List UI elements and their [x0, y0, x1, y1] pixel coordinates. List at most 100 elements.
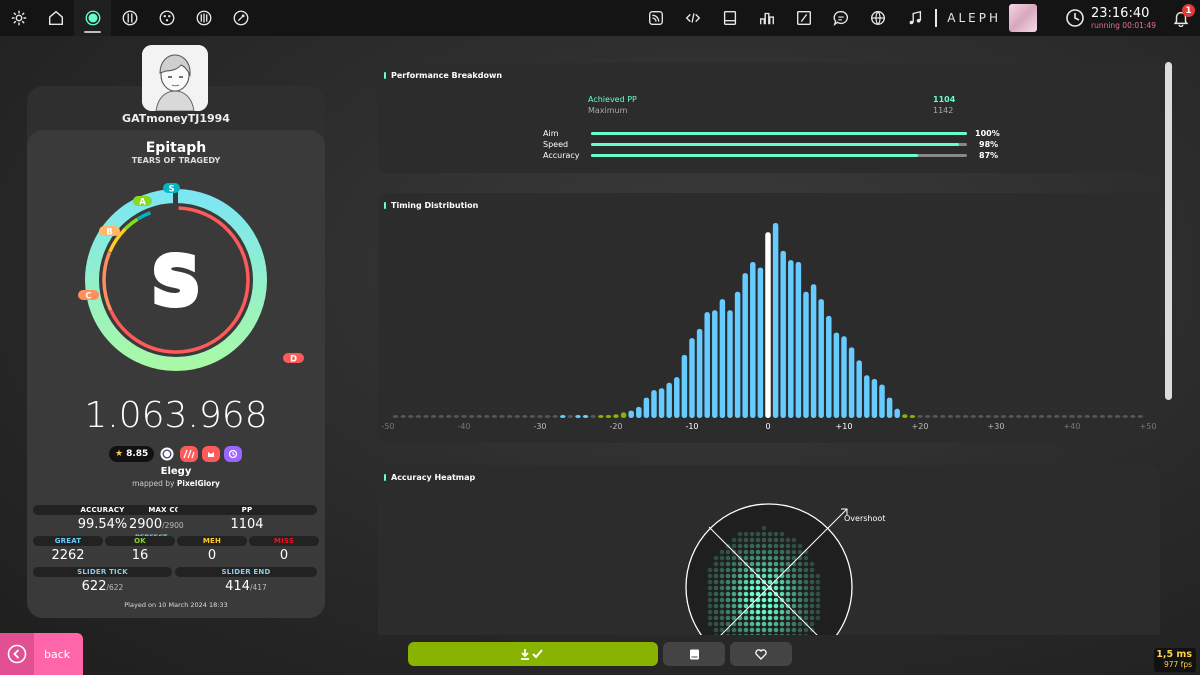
heatmap-dot	[719, 573, 725, 579]
timing-bar	[841, 336, 847, 418]
mod-doubletime-icon[interactable]	[202, 446, 221, 462]
ruleset-custom-icon[interactable]	[222, 0, 259, 36]
achieved-pp-label: Achieved PP	[588, 95, 637, 104]
notifications-button[interactable]: 1	[1168, 4, 1195, 31]
timing-bar	[461, 415, 467, 418]
mod-classic-icon[interactable]	[224, 446, 243, 462]
scrollbar[interactable]	[1165, 62, 1172, 400]
heatmap-dot	[797, 573, 803, 579]
heatmap-dot	[761, 621, 767, 627]
beatmap-listing-icon[interactable]	[711, 0, 748, 36]
heatmap-dot	[779, 627, 785, 633]
toolbar-username[interactable]: ALEPH	[947, 11, 1001, 25]
timing-bar	[651, 390, 657, 418]
player-avatar[interactable]	[142, 45, 208, 111]
heatmap-dot	[761, 549, 767, 555]
heatmap-dot	[743, 603, 749, 609]
timing-bar	[1023, 415, 1030, 418]
accuracy-heatmap: Overshoot	[685, 503, 885, 635]
rankings-icon[interactable]	[748, 0, 785, 36]
timing-bar	[940, 415, 946, 418]
heatmap-dot	[731, 573, 737, 579]
heatmap-dot	[731, 597, 737, 603]
timing-bar	[985, 415, 992, 418]
code-icon[interactable]	[674, 0, 711, 36]
heatmap-dot	[749, 561, 755, 567]
heatmap-dot	[779, 603, 785, 609]
download-replay-button[interactable]	[408, 642, 658, 666]
heatmap-dot	[725, 597, 731, 603]
aim-bar	[591, 132, 967, 135]
heatmap-dot	[719, 555, 725, 561]
home-icon[interactable]	[37, 0, 74, 36]
heatmap-dot	[809, 603, 815, 609]
heatmap-dot	[719, 579, 725, 585]
mod-hidden-icon[interactable]	[158, 446, 176, 462]
mapper-name[interactable]: PixelGlory	[177, 479, 220, 488]
timing-bar	[560, 415, 566, 418]
collections-button[interactable]	[663, 642, 725, 666]
heatmap-dot	[809, 579, 815, 585]
music-icon[interactable]	[896, 0, 933, 36]
heatmap-dot	[773, 573, 779, 579]
notification-badge: 1	[1182, 4, 1195, 17]
changelog-icon[interactable]	[785, 0, 822, 36]
heatmap-dot	[761, 543, 767, 549]
chat-icon[interactable]	[822, 0, 859, 36]
ruleset-mania-icon[interactable]	[185, 0, 222, 36]
heatmap-dot	[725, 573, 731, 579]
heatmap-dot	[815, 615, 821, 621]
ruleset-taiko-icon[interactable]	[111, 0, 148, 36]
mod-hardrock-icon[interactable]	[180, 446, 199, 462]
favourite-button[interactable]	[730, 642, 792, 666]
back-button[interactable]: back	[0, 633, 83, 675]
score-card: Epitaph TEARS OF TRAGEDY S S S A B C D 1…	[27, 130, 325, 618]
player-name[interactable]: GATmoneyTJ1994	[27, 112, 325, 125]
timing-tick-label: -30	[533, 422, 546, 431]
timing-bar	[537, 415, 543, 418]
heatmap-dot	[761, 615, 767, 621]
clock-time: 23:16:40	[1090, 5, 1150, 21]
timing-bar	[1000, 415, 1007, 418]
stat-miss-value: 0	[279, 548, 289, 563]
heatmap-dot	[815, 609, 821, 615]
news-icon[interactable]	[637, 0, 674, 36]
ruleset-osu-icon[interactable]	[74, 0, 111, 36]
heatmap-dot	[767, 543, 773, 549]
heatmap-dot	[755, 615, 761, 621]
ruleset-catch-icon[interactable]	[148, 0, 185, 36]
timing-bar	[1130, 415, 1136, 418]
timing-tick-label: -50	[381, 422, 394, 431]
dashboard-icon[interactable]	[859, 0, 896, 36]
heatmap-dot	[749, 627, 755, 633]
heatmap-dot	[803, 615, 809, 621]
stat-meh-label: MEH	[177, 536, 247, 546]
svg-text:C: C	[85, 291, 91, 301]
user-avatar[interactable]	[1008, 4, 1037, 32]
timing-bar	[529, 415, 536, 418]
timing-title: Timing Distribution	[384, 201, 478, 210]
heatmap-dot	[719, 549, 725, 555]
heatmap-dot	[731, 543, 737, 549]
timing-bar	[484, 415, 490, 418]
timing-bar	[955, 415, 961, 418]
heatmap-dot	[719, 597, 725, 603]
slider-end-value: 414	[225, 579, 250, 594]
heatmap-dot	[773, 549, 779, 555]
timing-bar	[810, 284, 817, 418]
timing-bar	[856, 360, 862, 418]
max-combo-value: 2900	[129, 517, 163, 532]
heatmap-dot	[737, 549, 743, 555]
slider-end-max: /417	[249, 583, 267, 592]
settings-icon[interactable]	[0, 0, 37, 36]
clock[interactable]: 23:16:40 running 00:01:49	[1065, 7, 1156, 30]
timing-bar	[1008, 415, 1014, 418]
heatmap-dot	[785, 561, 791, 567]
heatmap-dot	[737, 591, 743, 597]
heatmap-dot	[743, 579, 749, 585]
aim-label: Aim	[543, 129, 559, 138]
heatmap-dot	[713, 585, 719, 591]
heatmap-dot	[731, 609, 737, 615]
timing-bar	[1076, 415, 1083, 418]
timing-bar	[582, 415, 589, 418]
